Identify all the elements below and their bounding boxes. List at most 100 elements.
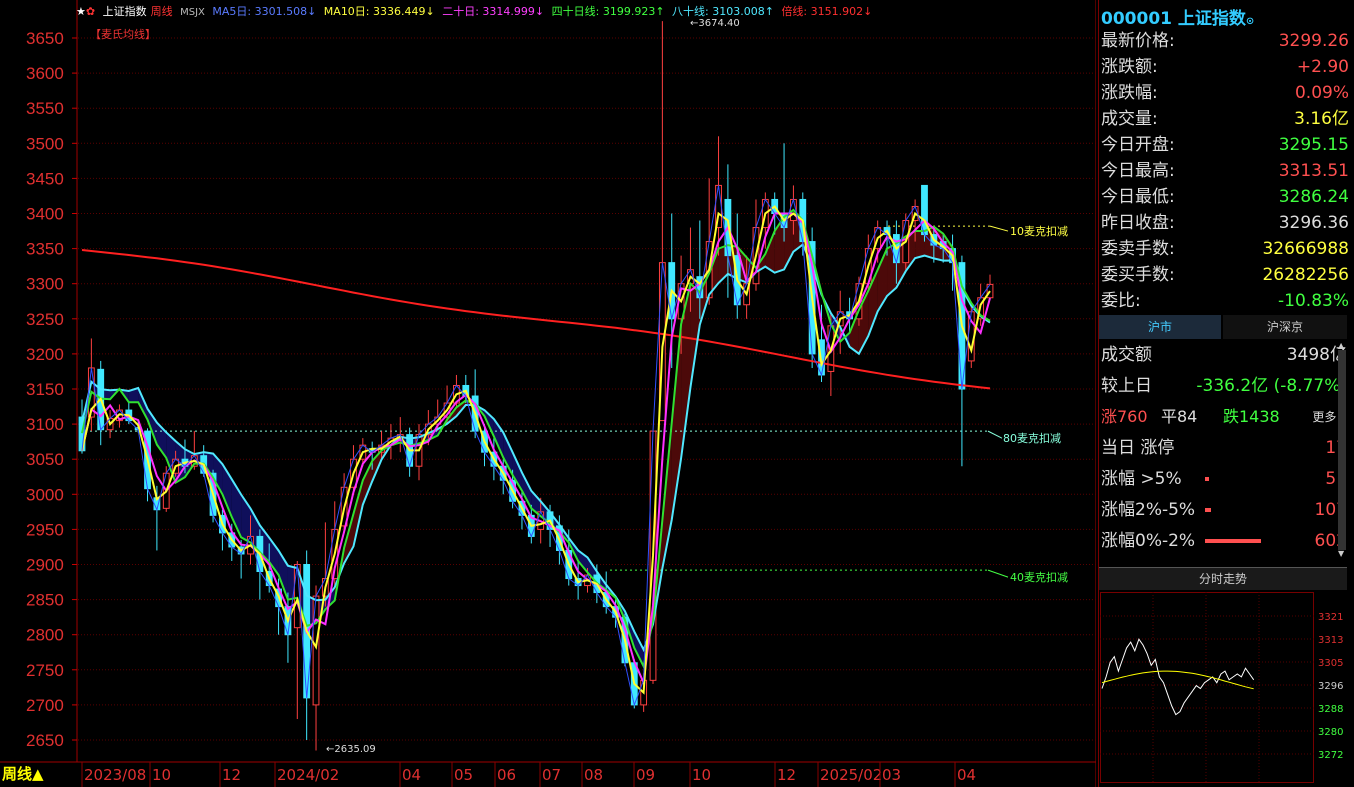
- x-tick-label: 2025/02: [820, 766, 882, 784]
- quote-value: 3295.15: [1278, 135, 1349, 155]
- quote-value: 26282256: [1262, 265, 1349, 285]
- index-title: 上证指数: [102, 5, 147, 18]
- quote-value: 3313.51: [1278, 161, 1349, 181]
- settings-icon[interactable]: ✿: [86, 5, 95, 18]
- minute-tick: 3280: [1318, 727, 1343, 738]
- quote-row: 委买手数: 26282256: [1101, 262, 1349, 288]
- quote-row: 委比: -10.83%: [1101, 288, 1349, 314]
- up-count: 涨760: [1101, 407, 1148, 426]
- period-switch-button[interactable]: 周线▲: [2, 763, 44, 784]
- limit-up-row: 当日 涨停 17: [1101, 434, 1347, 462]
- kou40-label: 40麦克扣减: [1010, 570, 1068, 584]
- kline-chart-area[interactable]: 3650 3600 3550 3500 3450 3400 3350 3300 3250 3200…: [0, 0, 1096, 787]
- y-tick-label: 3300: [26, 275, 64, 294]
- vs-yesterday-row: 较上日 -336.2亿 (-8.77%): [1101, 372, 1347, 400]
- quote-label: 涨跌额:: [1101, 57, 1158, 77]
- tab-shsz[interactable]: 沪深京: [1223, 315, 1347, 339]
- range3-label: 涨幅0%-2%: [1101, 531, 1196, 551]
- scroll-down-icon[interactable]: ▼: [1338, 550, 1346, 558]
- quote-row: 委卖手数: 32666988: [1101, 236, 1349, 262]
- stock-code: 000001: [1101, 9, 1172, 29]
- x-tick-label: 04: [402, 766, 421, 784]
- minute-tick: 3296: [1318, 681, 1343, 692]
- stock-code-line: 000001 上证指数⊙: [1101, 4, 1254, 29]
- quote-label: 委买手数:: [1101, 265, 1175, 285]
- quote-row: 昨日收盘: 3296.36: [1101, 210, 1349, 236]
- minute-tick: 3288: [1318, 704, 1343, 715]
- breadth-row: 涨760 平84 跌1438 更多 ›: [1101, 403, 1347, 431]
- x-tick-label: 12: [222, 766, 241, 784]
- y-tick-label: 2750: [26, 661, 64, 680]
- scroll-track[interactable]: [1338, 350, 1346, 550]
- y-tick-label: 2950: [26, 520, 64, 539]
- x-tick-label: 2024/02: [277, 766, 339, 784]
- quote-row: 涨跌额: +2.90: [1101, 54, 1349, 80]
- quote-row: 成交量: 3.16亿: [1101, 106, 1349, 132]
- range2-label: 涨幅2%-5%: [1101, 500, 1196, 520]
- flat-count: 平84: [1161, 407, 1198, 426]
- candle-up: [312, 595, 320, 706]
- low-annotation: ←2635.09: [326, 744, 376, 755]
- y-tick-label: 2700: [26, 696, 64, 715]
- y-tick-label: 3050: [26, 450, 64, 469]
- x-tick-label: 06: [497, 766, 516, 784]
- info-icon[interactable]: ⊙: [1246, 16, 1254, 27]
- minute-chart-title[interactable]: 分时走势: [1099, 567, 1347, 590]
- vs-label: 较上日: [1101, 376, 1152, 396]
- x-tick-label: 2023/08: [84, 766, 146, 784]
- range1-label: 涨幅 >5%: [1101, 469, 1182, 489]
- quote-label: 涨跌幅:: [1101, 83, 1158, 103]
- quote-value: +2.90: [1296, 57, 1349, 77]
- x-tick-label: 08: [584, 766, 603, 784]
- ma40-value: 四十日线: 3199.923↑: [551, 5, 665, 18]
- quote-label: 委比:: [1101, 291, 1141, 311]
- x-tick-label: 05: [454, 766, 473, 784]
- kline-chart[interactable]: 3650 3600 3550 3500 3450 3400 3350 3300 3250 3200…: [0, 0, 1096, 787]
- mai-ma-label[interactable]: 【麦氏均线】: [90, 26, 156, 42]
- minute-chart[interactable]: 3321 3313 3305 3296 3288 3280 3272: [1100, 592, 1350, 784]
- minute-bg: [1100, 592, 1350, 784]
- y-tick-label: 2900: [26, 556, 64, 575]
- quote-label: 昨日收盘:: [1101, 213, 1175, 233]
- star-icon[interactable]: ★: [76, 5, 86, 18]
- quote-value: -10.83%: [1278, 291, 1349, 311]
- x-tick-label: 10: [692, 766, 711, 784]
- panel-scrollbar[interactable]: ▲ ▼: [1338, 342, 1346, 562]
- range2-bar: [1205, 508, 1211, 512]
- tab-sh[interactable]: 沪市: [1099, 315, 1221, 339]
- x-tick-label: 12: [777, 766, 796, 784]
- quote-row: 涨跌幅: 0.09%: [1101, 80, 1349, 106]
- indicator-header: ★✿ 上证指数 周线 MSJX MA5日: 3301.508↓ MA10日: 33…: [76, 3, 876, 19]
- y-tick-label: 3150: [26, 380, 64, 399]
- ma10-value: MA10日: 3336.449↓: [323, 5, 435, 18]
- quote-value: 3286.24: [1278, 187, 1349, 207]
- turnover-row: 成交额 3498亿: [1101, 341, 1347, 369]
- quote-value: 3296.36: [1278, 213, 1349, 233]
- y-tick-label: 3650: [26, 29, 64, 48]
- y-tick-label: 2650: [26, 731, 64, 750]
- y-tick-label: 3200: [26, 345, 64, 364]
- range3-bar: [1205, 539, 1261, 543]
- quote-label: 今日最低:: [1101, 187, 1175, 207]
- more-label: 更多: [1312, 410, 1337, 424]
- minute-tick: 3272: [1318, 750, 1343, 761]
- quote-value: 0.09%: [1294, 83, 1349, 103]
- quote-row: 今日最低: 3286.24: [1101, 184, 1349, 210]
- y-tick-label: 3100: [26, 415, 64, 434]
- y-tick-label: 3550: [26, 99, 64, 118]
- y-tick-label: 3400: [26, 205, 64, 224]
- market-tabs: 沪市 沪深京: [1099, 315, 1347, 339]
- x-tick-label: 03: [882, 766, 901, 784]
- quote-row: 最新价格: 3299.26: [1101, 28, 1349, 54]
- range3-row: 涨幅0%-2% 602: [1101, 527, 1347, 555]
- y-tick-label: 2800: [26, 626, 64, 645]
- indicator-name: MSJX: [180, 7, 205, 18]
- high-annotation: ←3674.40: [690, 18, 740, 29]
- x-tick-label: 10: [152, 766, 171, 784]
- scroll-up-icon[interactable]: ▲: [1338, 342, 1346, 350]
- vs-value: -336.2亿 (-8.77%): [1196, 376, 1347, 396]
- quote-label: 最新价格:: [1101, 31, 1175, 51]
- y-tick-label: 3250: [26, 310, 64, 329]
- down-count: 跌1438: [1223, 407, 1280, 426]
- quote-value: 32666988: [1262, 239, 1349, 259]
